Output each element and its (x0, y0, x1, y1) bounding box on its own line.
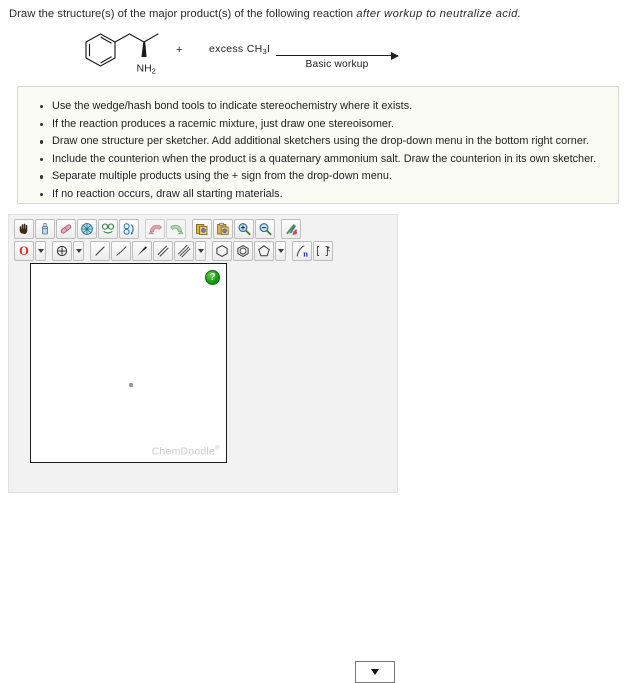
rotate-icon[interactable] (119, 219, 139, 239)
double-bond-icon[interactable] (153, 241, 173, 261)
list-item: Use the wedge/hash bond tools to indicat… (40, 98, 618, 116)
cyclopentane-ring-icon[interactable] (254, 241, 274, 261)
instructions-list: Use the wedge/hash bond tools to indicat… (18, 87, 618, 204)
prompt-lead: Draw the structure(s) of the major produ… (9, 8, 357, 20)
hash-bond-icon[interactable] (111, 241, 131, 261)
wedge-bond (141, 42, 147, 57)
prompt-emphasis: after workup to neutralize acid. (356, 8, 522, 20)
cursor-dot (129, 383, 133, 387)
chevron-down-icon (197, 249, 204, 253)
chemdoodle-watermark: ChemDoodle® (152, 445, 220, 458)
copy-icon[interactable] (192, 219, 212, 239)
list-item: If the reaction produces a racemic mixtu… (40, 116, 618, 134)
hand-pan-icon[interactable] (14, 219, 34, 239)
polymer-repeat-icon[interactable]: n (292, 241, 312, 261)
atom-label-oxygen-text: O (19, 243, 29, 258)
sketcher-select-wrapper (355, 661, 395, 683)
wedge-bond-icon[interactable] (132, 241, 152, 261)
zoom-out-icon[interactable] (255, 219, 275, 239)
triple-bond-icon[interactable] (174, 241, 194, 261)
zoom-in-icon[interactable] (234, 219, 254, 239)
reaction-scheme: NH2 + excess CH3I Basic workup (0, 24, 639, 80)
chevron-down-icon (37, 249, 44, 253)
chevron-down-icon (75, 249, 82, 253)
charge-dropdown-arrow[interactable] (73, 241, 84, 261)
arrow-line (276, 55, 398, 56)
charge-tool-icon[interactable] (52, 241, 72, 261)
bond-dropdown-arrow[interactable] (195, 241, 206, 261)
flip-horizontal-icon[interactable] (98, 219, 118, 239)
single-bond-icon[interactable] (90, 241, 110, 261)
bracket-charge-icon[interactable]: ± (313, 241, 333, 261)
amphetamine-svg: NH2 (85, 33, 159, 76)
reaction-arrow: Basic workup (276, 46, 399, 76)
move-transform-icon[interactable] (77, 219, 97, 239)
atom-label-dropdown-arrow[interactable] (35, 241, 46, 261)
plus-sign: + (176, 44, 183, 56)
sketcher-select[interactable] (355, 661, 395, 683)
page-title: Draw the structure(s) of the major produ… (9, 7, 619, 21)
atom-label-oxygen-button[interactable]: O (14, 241, 34, 261)
instructions-panel: Use the wedge/hash bond tools to indicat… (17, 86, 619, 204)
help-button[interactable]: ? (205, 270, 220, 285)
list-item: If no reaction occurs, draw all starting… (40, 186, 618, 204)
list-item: Separate multiple products using the + s… (40, 168, 618, 186)
benzene-ring-icon[interactable] (233, 241, 253, 261)
lasso-select-icon[interactable] (35, 219, 55, 239)
amphetamine-structure: NH2 (78, 26, 170, 83)
clear-icon[interactable] (281, 219, 301, 239)
arrow-label: Basic workup (305, 59, 369, 70)
list-item: Include the counterion when the product … (40, 151, 618, 169)
undo-icon[interactable] (145, 219, 165, 239)
chevron-down-icon (277, 249, 284, 253)
sketcher-toolbar: O n ± (14, 219, 334, 263)
reagent-label: excess CH3I (209, 43, 270, 56)
list-item: Draw one structure per sketcher. Add add… (40, 133, 618, 151)
toolbar-row-1 (14, 219, 334, 239)
registered-mark-icon: ® (215, 444, 220, 452)
chevron-down-icon (371, 669, 379, 675)
exercise-page: Draw the structure(s) of the major produ… (0, 0, 639, 683)
amine-label: NH2 (137, 63, 156, 76)
svg-text:±: ± (326, 246, 330, 253)
toolbar-row-2: O n ± (14, 241, 334, 261)
cyclohexane-ring-icon[interactable] (212, 241, 232, 261)
redo-icon[interactable] (166, 219, 186, 239)
svg-text:n: n (303, 249, 308, 258)
reagent-suffix: I (267, 43, 271, 55)
watermark-text: ChemDoodle (151, 445, 215, 457)
sketcher-canvas[interactable]: ? ChemDoodle® (30, 263, 227, 463)
ring-dropdown-arrow[interactable] (275, 241, 286, 261)
paste-icon[interactable] (213, 219, 233, 239)
eraser-icon[interactable] (56, 219, 76, 239)
chemdoodle-sketcher: O n ± ? ChemDoodle® (8, 214, 398, 683)
reagent-prefix: excess CH (209, 43, 263, 55)
